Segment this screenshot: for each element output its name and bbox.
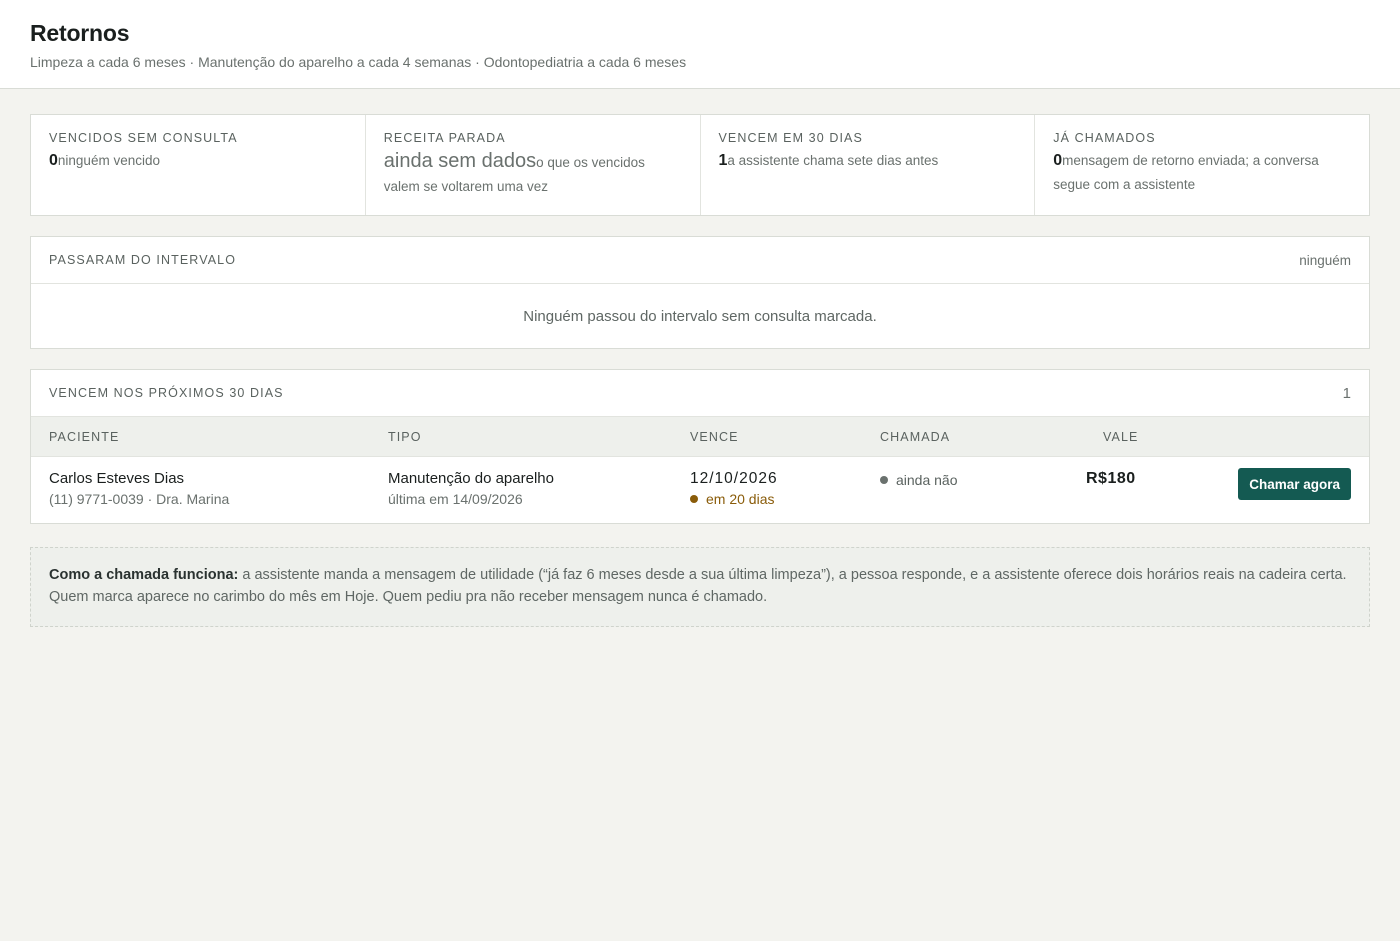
stat-value: ainda sem dados: [383, 150, 537, 172]
patient-name: Carlos Esteves Dias: [49, 470, 185, 487]
page-header: Retornos Limpeza a cada 6 meses · Manute…: [0, 0, 1400, 89]
call-status-text: ainda não: [896, 472, 958, 488]
due-date: 12/10/2026: [690, 470, 778, 487]
overdue-panel: PASSARAM DO INTERVALO ninguém Ninguém pa…: [30, 236, 1370, 349]
stat-overdue: VENCIDOS SEM CONSULTA 0ninguém vencido: [31, 115, 366, 215]
panel-title: VENCEM NOS PRÓXIMOS 30 DIAS: [49, 386, 284, 400]
patient-details: (11) 9771-0039 · Dra. Marina: [49, 491, 230, 507]
stat-description: ninguém vencido: [57, 153, 160, 168]
stat-due-30-days: VENCEM EM 30 DIAS 1a assistente chama se…: [701, 115, 1036, 215]
panel-meta: ninguém: [1299, 252, 1351, 268]
note-title: Como a chamada funciona:: [49, 567, 239, 583]
column-header-vence: VENCE: [690, 429, 739, 444]
empty-state-message: Ninguém passou do intervalo sem consulta…: [523, 307, 877, 325]
page-title: Retornos: [30, 20, 130, 46]
stat-description: a assistente chama sete dias antes: [727, 153, 939, 168]
last-appointment: última em 14/09/2026: [388, 491, 523, 507]
status-dot-icon: [880, 476, 888, 484]
stat-description: mensagem de retorno enviada; a conversa …: [1053, 153, 1319, 192]
patient-cell: Carlos Esteves Dias (11) 9771-0039 · Dra…: [49, 470, 229, 507]
type-cell: Manutenção do aparelho última em 14/09/2…: [388, 470, 554, 507]
due-in-text: em 20 dias: [706, 491, 775, 507]
value-cell: R$180: [1086, 470, 1136, 487]
column-header-tipo: TIPO: [388, 429, 422, 444]
call-now-button[interactable]: Chamar agora: [1238, 468, 1351, 500]
due-countdown: em 20 dias: [690, 491, 778, 507]
stat-label: JÁ CHAMADOS: [1053, 131, 1156, 145]
call-status: ainda não: [880, 472, 958, 488]
stat-value: 0: [49, 152, 58, 169]
stats-bar: VENCIDOS SEM CONSULTA 0ninguém vencido R…: [30, 114, 1370, 216]
stat-label: VENCEM EM 30 DIAS: [718, 131, 863, 145]
appointment-type: Manutenção do aparelho: [388, 470, 554, 487]
warning-dot-icon: [690, 495, 698, 503]
panel-header: VENCEM NOS PRÓXIMOS 30 DIAS 1: [31, 370, 1369, 417]
note-text: a assistente manda a mensagem de utilida…: [49, 567, 1347, 605]
due-cell: 12/10/2026 em 20 dias: [690, 470, 778, 507]
panel-count: 1: [1342, 384, 1351, 402]
table-header: PACIENTE TIPO VENCE CHAMADA VALE: [31, 417, 1369, 457]
stat-value: 0: [1053, 152, 1063, 169]
panel-header: PASSARAM DO INTERVALO ninguém: [31, 237, 1369, 284]
info-note: Como a chamada funciona: a assistente ma…: [30, 547, 1370, 627]
panel-title: PASSARAM DO INTERVALO: [49, 253, 237, 267]
stat-stalled-revenue: RECEITA PARADA ainda sem dadoso que os v…: [366, 115, 701, 215]
upcoming-panel: VENCEM NOS PRÓXIMOS 30 DIAS 1 PACIENTE T…: [30, 369, 1370, 524]
column-header-paciente: PACIENTE: [49, 429, 120, 444]
stat-label: RECEITA PARADA: [383, 131, 506, 145]
stat-already-called: JÁ CHAMADOS 0mensagem de retorno enviada…: [1035, 115, 1369, 215]
page-subtitle: Limpeza a cada 6 meses · Manutenção do a…: [30, 54, 687, 70]
stat-label: VENCIDOS SEM CONSULTA: [49, 131, 238, 145]
column-header-chamada: CHAMADA: [880, 429, 951, 444]
table-row: Carlos Esteves Dias (11) 9771-0039 · Dra…: [31, 457, 1369, 523]
column-header-vale: VALE: [1103, 429, 1139, 444]
main-content: VENCIDOS SEM CONSULTA 0ninguém vencido R…: [0, 89, 1400, 627]
